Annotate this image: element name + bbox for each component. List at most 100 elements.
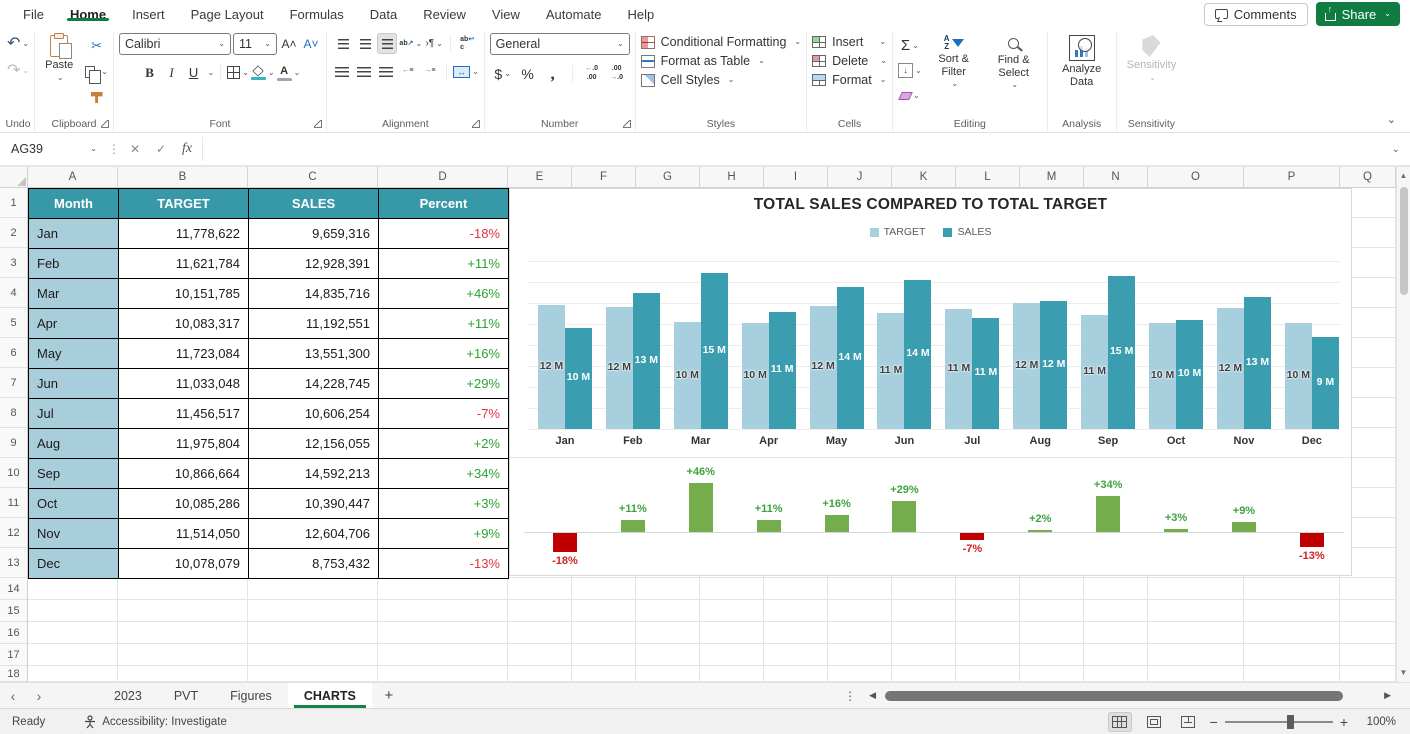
menu-tab-page-layout[interactable]: Page Layout [178,7,277,22]
accounting-format-button[interactable]: $⌄ [493,63,513,84]
analyze-data-button[interactable]: Analyze Data [1053,33,1111,90]
fill-button[interactable]: ↓⌄ [898,60,922,81]
value-cell[interactable]: 10,606,254 [249,399,379,429]
percent-cell[interactable]: +2% [379,429,509,459]
horizontal-scroll-track[interactable] [883,690,1377,702]
column-header-A[interactable]: A [28,167,118,188]
borders-button[interactable]: ⌄ [227,62,249,83]
month-cell[interactable]: Jun [29,369,119,399]
row-header-12[interactable]: 12 [0,518,27,548]
text-direction-button[interactable]: ›¶⌄ [424,33,444,54]
month-cell[interactable]: Feb [29,249,119,279]
value-cell[interactable]: 10,390,447 [249,489,379,519]
align-right-button[interactable] [376,61,396,82]
row-header-11[interactable]: 11 [0,488,27,518]
scroll-left-arrow[interactable]: ◀ [866,690,879,701]
merge-center-button[interactable]: ↔⌄ [453,61,479,82]
select-all-corner[interactable] [0,167,28,188]
page-break-view-button[interactable] [1176,712,1200,732]
clear-button[interactable]: ⌄ [900,85,920,106]
menu-tab-formulas[interactable]: Formulas [277,7,357,22]
column-header-P[interactable]: P [1244,167,1340,188]
value-cell[interactable]: 10,083,317 [119,309,249,339]
sort-filter-button[interactable]: AZ Sort & Filter ⌄ [926,33,982,90]
table-header-sales[interactable]: SALES [249,189,379,219]
row-header-2[interactable]: 2 [0,218,27,248]
month-cell[interactable]: Sep [29,459,119,489]
number-format-select[interactable]: General⌄ [490,33,630,55]
row-header-1[interactable]: 1 [0,188,27,218]
value-cell[interactable]: 14,592,213 [249,459,379,489]
increase-decimal-button[interactable]: ←.0 .00 [582,63,602,84]
column-header-O[interactable]: O [1148,167,1244,188]
row-header-15[interactable]: 15 [0,600,27,622]
add-sheet-button[interactable]: + [372,683,406,708]
clipboard-dialog-launcher[interactable] [101,120,109,128]
horizontal-scrollbar[interactable]: ◀ ▶ [866,683,1410,708]
scroll-up-arrow[interactable]: ▲ [1397,167,1410,183]
column-header-C[interactable]: C [248,167,378,188]
value-cell[interactable]: 11,456,517 [119,399,249,429]
table-header-target[interactable]: TARGET [119,189,249,219]
expand-formula-bar-button[interactable]: ⌄ [1386,144,1406,155]
value-cell[interactable]: 13,551,300 [249,339,379,369]
value-cell[interactable]: 14,835,716 [249,279,379,309]
font-name-select[interactable]: Calibri⌄ [119,33,231,55]
grow-font-button[interactable]: A˄ [279,34,299,55]
next-sheet-button[interactable]: › [26,683,52,708]
cell-styles-button[interactable]: Cell Styles⌄ [641,73,735,87]
accessibility-status[interactable]: Accessibility: Investigate [83,715,227,729]
comma-style-button[interactable]: , [543,63,563,84]
table-header-percent[interactable]: Percent [379,189,509,219]
collapse-ribbon-button[interactable]: ⌄ [1387,113,1396,126]
bold-button[interactable]: B [140,62,160,83]
cut-button[interactable]: ✂ [87,35,107,56]
value-cell[interactable]: 11,778,622 [119,219,249,249]
percent-cell[interactable]: +34% [379,459,509,489]
percent-cell[interactable]: +9% [379,519,509,549]
column-header-B[interactable]: B [118,167,248,188]
column-header-G[interactable]: G [636,167,700,188]
bottom-align-button[interactable] [377,33,397,54]
page-layout-view-button[interactable] [1142,712,1166,732]
percent-cell[interactable]: +11% [379,309,509,339]
chart-object[interactable]: TOTAL SALES COMPARED TO TOTAL TARGET TAR… [509,188,1352,576]
fill-color-button[interactable]: ⌄ [251,62,275,83]
column-header-K[interactable]: K [892,167,956,188]
value-cell[interactable]: 12,156,055 [249,429,379,459]
row-header-16[interactable]: 16 [0,622,27,644]
format-painter-button[interactable] [87,87,107,108]
row-header-17[interactable]: 17 [0,644,27,666]
row-header-9[interactable]: 9 [0,428,27,458]
horizontal-scroll-thumb[interactable] [885,691,1343,701]
column-header-I[interactable]: I [764,167,828,188]
month-cell[interactable]: Jan [29,219,119,249]
decrease-decimal-button[interactable]: .00 →.0 [607,63,627,84]
zoom-out-button[interactable]: − [1210,714,1218,730]
value-cell[interactable]: 11,621,784 [119,249,249,279]
sheet-tab-charts[interactable]: CHARTS [288,683,372,708]
italic-button[interactable]: I [162,62,182,83]
value-cell[interactable]: 11,975,804 [119,429,249,459]
table-header-month[interactable]: Month [29,189,119,219]
normal-view-button[interactable] [1108,712,1132,732]
value-cell[interactable]: 11,192,551 [249,309,379,339]
orientation-button[interactable]: ab↗⌄ [399,33,422,54]
column-header-Q[interactable]: Q [1340,167,1396,188]
month-cell[interactable]: Oct [29,489,119,519]
previous-sheet-button[interactable]: ‹ [0,683,26,708]
underline-options-chevron[interactable]: ⌄ [208,69,215,77]
top-align-button[interactable] [333,33,353,54]
row-header-8[interactable]: 8 [0,398,27,428]
value-cell[interactable]: 8,753,432 [249,549,379,579]
row-header-18[interactable]: 18 [0,666,27,682]
month-cell[interactable]: Nov [29,519,119,549]
column-header-J[interactable]: J [828,167,892,188]
month-cell[interactable]: Aug [29,429,119,459]
conditional-formatting-button[interactable]: Conditional Formatting⌄ [641,35,801,49]
value-cell[interactable]: 11,033,048 [119,369,249,399]
percent-cell[interactable]: +16% [379,339,509,369]
font-color-button[interactable]: A⌄ [277,62,301,83]
scroll-down-arrow[interactable]: ▼ [1397,664,1410,680]
scroll-right-arrow[interactable]: ▶ [1381,690,1394,701]
